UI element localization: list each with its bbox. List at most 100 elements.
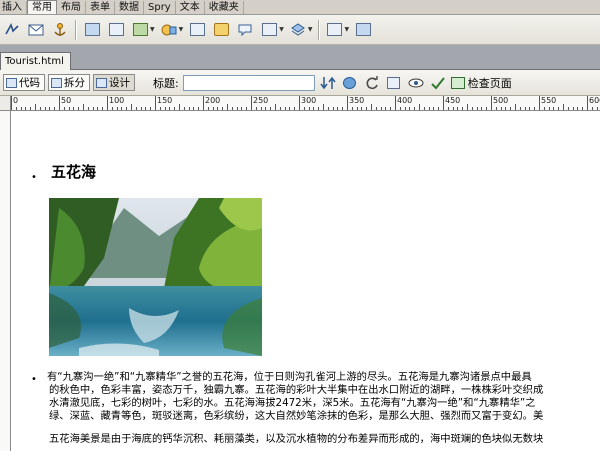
email-link-icon[interactable] — [26, 20, 46, 40]
ruler-tick — [222, 107, 223, 110]
ruler-tick — [313, 107, 314, 110]
named-anchor-icon[interactable] — [50, 20, 70, 40]
head-tag-icon[interactable] — [259, 20, 279, 40]
ruler-tick — [515, 104, 516, 110]
ruler-tick — [179, 104, 180, 110]
ruler-tick — [203, 96, 204, 110]
ruler-mark-label: 200 — [205, 96, 221, 105]
ruler-tick — [155, 96, 156, 110]
ruler-tick — [438, 107, 439, 110]
document-tab[interactable]: Tourist.html — [0, 52, 71, 70]
chevron-down-icon[interactable]: ▼ — [345, 26, 350, 33]
design-view[interactable]: • 五花海 • 有“九寨沟一绝”和“九寨精华”之誉的五花海，位于日则沟孔雀河上游… — [11, 111, 600, 451]
ruler-tick — [213, 107, 214, 110]
ruler-tick — [333, 107, 334, 110]
list-bullet: • — [31, 172, 37, 183]
ruler-tick — [174, 107, 175, 110]
tab-favorites[interactable]: 收藏夹 — [205, 1, 244, 14]
design-view-button[interactable]: 设计 — [93, 74, 135, 91]
chevron-down-icon[interactable]: ▼ — [308, 26, 313, 33]
ruler-tick — [165, 107, 166, 110]
script-icon[interactable] — [288, 20, 308, 40]
ruler-mark-label: 300 — [301, 96, 317, 105]
ruler-tick — [563, 104, 564, 110]
ruler-tick — [534, 107, 535, 110]
ruler-tick — [491, 96, 492, 110]
ruler-tick — [289, 107, 290, 110]
ruler-tick — [352, 107, 353, 110]
ruler-tick — [472, 107, 473, 110]
tag-chooser-icon[interactable] — [353, 20, 373, 40]
hyperlink-icon[interactable] — [2, 20, 22, 40]
preview-in-browser-icon[interactable] — [341, 74, 359, 92]
view-options-icon[interactable] — [385, 74, 403, 92]
ruler-tick — [237, 107, 238, 110]
ruler-tick — [520, 107, 521, 110]
tab-data[interactable]: 数据 — [115, 1, 144, 14]
chevron-down-icon[interactable]: ▼ — [279, 26, 284, 33]
templates-icon[interactable] — [325, 20, 345, 40]
ruler-tick — [54, 107, 55, 110]
ruler-tick — [251, 96, 252, 110]
validate-markup-icon[interactable] — [429, 74, 447, 92]
ruler-tick — [40, 107, 41, 110]
horizontal-ruler: 0 50 100 150 200 250 300 350 400 450 500 550 600 — [0, 96, 600, 111]
ruler-tick — [227, 104, 228, 110]
layer-icon[interactable] — [106, 20, 126, 40]
ruler-tick — [93, 107, 94, 110]
tab-spry[interactable]: Spry — [144, 1, 176, 14]
insert-toolbar: ▼ ▼ ▼ ▼ ▼ — [0, 15, 600, 45]
ruler-mark-label: 450 — [445, 96, 461, 105]
ruler-tick — [577, 107, 578, 110]
code-view-button[interactable]: 代码 — [3, 74, 45, 91]
tab-layout[interactable]: 布局 — [57, 1, 86, 14]
image-icon[interactable] — [130, 20, 150, 40]
ruler-tick — [597, 107, 598, 110]
ruler-tick — [193, 107, 194, 110]
ruler-tick — [285, 107, 286, 110]
ruler-mark-label: 400 — [397, 96, 413, 105]
ruler-tick — [323, 104, 324, 110]
ruler-tick — [88, 107, 89, 110]
ruler-tick — [112, 107, 113, 110]
ruler-tick — [169, 107, 170, 110]
ruler-tick — [59, 96, 60, 110]
ruler-tick — [395, 96, 396, 110]
ruler-mark-label: 350 — [349, 96, 365, 105]
table-icon[interactable] — [82, 20, 102, 40]
ruler-tick — [208, 107, 209, 110]
paragraph-2-line-1: 五花海美景是由于海底的钙华沉积、耗丽藻类，以及沉水植物的分布差异而形成的，海中斑… — [49, 433, 544, 445]
file-management-icon[interactable] — [319, 74, 337, 92]
refresh-icon[interactable] — [363, 74, 381, 92]
ruler-tick — [45, 107, 46, 110]
ruler-tick — [35, 104, 36, 110]
ruler-tick — [457, 107, 458, 110]
ruler-tick — [49, 107, 50, 110]
chevron-down-icon[interactable]: ▼ — [150, 26, 155, 33]
ruler-tick — [385, 107, 386, 110]
tab-forms[interactable]: 表单 — [86, 1, 115, 14]
date-icon[interactable] — [187, 20, 207, 40]
ruler-tick — [429, 107, 430, 110]
tab-common[interactable]: 常用 — [27, 0, 57, 14]
server-side-include-icon[interactable] — [211, 20, 231, 40]
ruler-tick — [97, 107, 98, 110]
tab-insert[interactable]: 插入 — [0, 1, 27, 14]
paragraph-1-line-4: 绿、深蓝、藏青等色，斑驳迷离，色彩缤纷，这大自然妙笔涂抹的色彩，是那么大胆、强烈… — [49, 410, 544, 422]
tab-text[interactable]: 文本 — [176, 1, 205, 14]
ruler-tick — [573, 107, 574, 110]
media-icon[interactable] — [159, 20, 179, 40]
scenery-image[interactable] — [49, 198, 262, 356]
chevron-down-icon[interactable]: ▼ — [179, 26, 184, 33]
check-page-button[interactable]: 检查页面 — [450, 75, 512, 91]
comment-icon[interactable] — [235, 20, 255, 40]
visual-aids-icon[interactable] — [407, 74, 425, 92]
ruler-tick — [366, 107, 367, 110]
split-view-button[interactable]: 拆分 — [48, 74, 90, 91]
ruler-mark-label: 250 — [253, 96, 269, 105]
ruler-tick — [102, 107, 103, 110]
title-input[interactable] — [182, 74, 315, 91]
paragraph-1-line-2: 的秋色中，色彩丰富，姿态万千，独霸九寨。五花海的彩叶大半集中在出水口附近的湖畔，… — [49, 384, 544, 396]
list-bullet: • — [31, 374, 37, 385]
ruler-tick — [150, 107, 151, 110]
